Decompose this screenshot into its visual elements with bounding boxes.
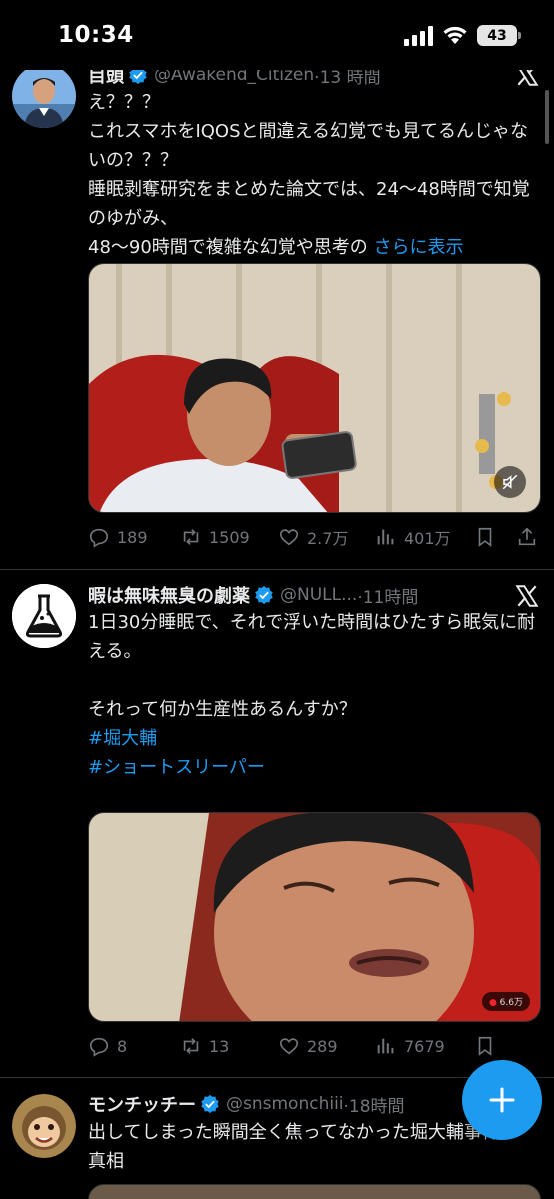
scrollbar[interactable]: [545, 90, 549, 144]
tweet-video[interactable]: [88, 263, 541, 513]
tweet-video[interactable]: ● 6.6万: [88, 812, 541, 1022]
tweet-body: 出してしまった瞬間全く焦ってなかった堀大輔事件の真相: [88, 1122, 518, 1172]
reply-button[interactable]: 189: [88, 522, 148, 552]
bookmark-button[interactable]: [474, 522, 503, 552]
repost-count: 1509: [209, 527, 250, 547]
compose-plus-icon: [489, 1087, 515, 1113]
repost-icon: [183, 1038, 199, 1054]
avatar[interactable]: [12, 1094, 76, 1158]
avatar[interactable]: [12, 584, 76, 648]
bookmark-icon: [478, 1036, 492, 1056]
show-more-link[interactable]: さらに表示: [374, 237, 464, 258]
compose-button[interactable]: [462, 1060, 542, 1140]
battery-level: 43: [487, 27, 507, 44]
tweet-body: 1日30分睡眠で、それで浮いた時間はひたすら眠気に耐える。 それって何か生産性あ…: [88, 612, 536, 720]
verified-badge-icon: [201, 1094, 219, 1114]
avatar[interactable]: [12, 64, 76, 128]
status-bar: 10:34 43: [0, 0, 554, 70]
reply-count: 8: [117, 1036, 128, 1056]
repost-button[interactable]: 13: [180, 1031, 229, 1061]
wifi-icon: [443, 26, 467, 44]
author-name[interactable]: モンチッチー: [88, 1091, 196, 1117]
tweet-actions: 8 13 289 7679: [88, 1031, 544, 1061]
repost-icon: [183, 529, 199, 545]
media-view-count: 6.6万: [499, 998, 523, 1008]
repost-button[interactable]: 1509: [180, 522, 250, 552]
tweet-text: え？？？ これスマホをIQOSと間違える幻覚でも見てるんじゃないの？？？ 睡眠剥…: [88, 88, 544, 262]
tweet-header: 暇は無味無臭の劇薬 @NULL... ·11時間: [88, 580, 418, 610]
battery-icon: 43: [477, 25, 521, 46]
like-button[interactable]: 289: [278, 1031, 338, 1061]
views-button[interactable]: 7679: [375, 1031, 445, 1061]
status-time: 10:34: [58, 22, 134, 48]
like-icon: [279, 1038, 299, 1055]
like-button[interactable]: 2.7万: [278, 522, 348, 552]
signal-icon: [404, 26, 433, 46]
tweet-actions: 189 1509 2.7万 401万: [88, 522, 544, 552]
views-icon: [377, 529, 394, 545]
tweet-1[interactable]: 目頭 @Awakend_Citizen ·13 時間 え？？？ これスマホをIQ…: [0, 0, 554, 570]
reply-icon: [89, 1037, 109, 1057]
views-button[interactable]: 401万: [375, 522, 451, 552]
hashtag-link[interactable]: #堀大輔: [88, 728, 157, 749]
hashtag-link[interactable]: #ショートスリーパー: [88, 757, 265, 778]
view-count: 401万: [404, 529, 451, 548]
reply-icon: [89, 528, 109, 548]
author-handle[interactable]: @NULL...: [280, 585, 357, 605]
author-handle[interactable]: @snsmonchiii: [226, 1094, 344, 1114]
tweet-time: ·11時間: [357, 587, 419, 608]
share-button[interactable]: [516, 522, 545, 552]
video-frame: [89, 813, 540, 1021]
tweet-time: ·18時間: [343, 1096, 405, 1117]
tweet-header: モンチッチー @snsmonchiii ·18時間: [88, 1089, 405, 1119]
bookmark-icon: [478, 527, 492, 547]
like-icon: [279, 529, 299, 546]
reply-button[interactable]: 8: [88, 1031, 127, 1061]
reply-count: 189: [117, 527, 148, 547]
mute-button[interactable]: [494, 466, 526, 498]
views-icon: [377, 1038, 394, 1054]
mute-icon: [502, 474, 518, 490]
tweet-2[interactable]: 暇は無味無臭の劇薬 @NULL... ·11時間 1日30分睡眠で、それで浮いた…: [0, 570, 554, 1077]
tweet-text: 出してしまった瞬間全く焦ってなかった堀大輔事件の真相: [88, 1118, 528, 1176]
video-frame: [89, 264, 540, 512]
verified-badge-icon: [255, 585, 273, 605]
like-count: 2.7万: [307, 529, 349, 548]
author-name[interactable]: 暇は無味無臭の劇薬: [88, 582, 250, 608]
x-logo-icon[interactable]: [514, 583, 540, 609]
repost-count: 13: [209, 1036, 230, 1056]
view-count: 7679: [404, 1036, 445, 1056]
view-count-badge: ● 6.6万: [481, 992, 530, 1011]
share-icon: [518, 527, 536, 546]
tweet-text: 1日30分睡眠で、それで浮いた時間はひたすら眠気に耐える。 それって何か生産性あ…: [88, 608, 544, 782]
tweet-media[interactable]: [88, 1184, 541, 1199]
tweet-body: え？？？ これスマホをIQOSと間違える幻覚でも見てるんじゃないの？？？ 睡眠剥…: [88, 92, 530, 258]
like-count: 289: [307, 1036, 338, 1056]
bookmark-button[interactable]: [474, 1031, 503, 1061]
